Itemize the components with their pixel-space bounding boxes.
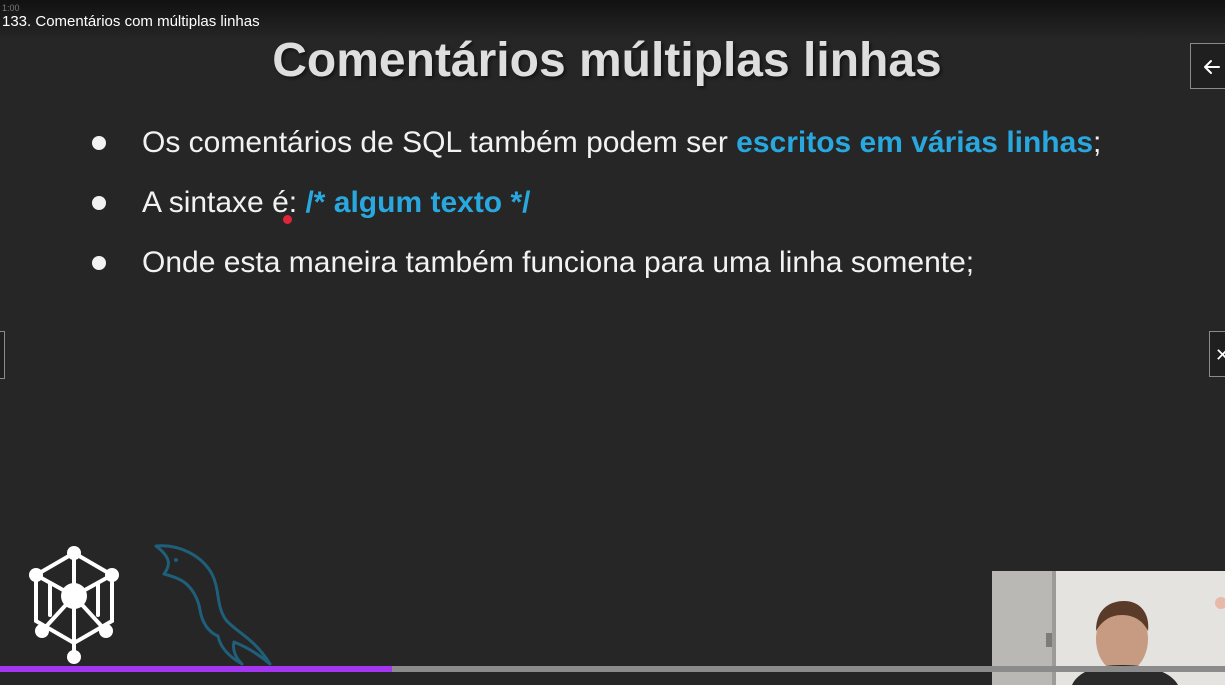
progress-played <box>0 666 392 672</box>
bullet-list: Os comentários de SQL também podem ser e… <box>92 120 1192 300</box>
video-progress-bar[interactable] <box>0 666 1225 672</box>
bullet-item: A sintaxe é: /* algum texto */ <box>92 180 1192 240</box>
bullet-dot <box>92 136 106 150</box>
slide-title: Comentários múltiplas linhas <box>272 34 942 87</box>
previous-lecture-button[interactable] <box>0 331 5 379</box>
bullet-text: A sintaxe é: <box>142 186 306 219</box>
next-lecture-button[interactable]: ✕ <box>1209 331 1225 377</box>
bullet-text: Onde esta maneira também funciona para u… <box>142 246 975 279</box>
arrow-left-icon <box>1204 60 1220 74</box>
network-hexagon-logo <box>29 546 119 664</box>
close-icon: ✕ <box>1215 345 1225 365</box>
bullet-highlight: /* algum texto */ <box>305 186 531 219</box>
bullet-item: Onde esta maneira também funciona para u… <box>92 240 1192 300</box>
pointer-cursor-dot <box>283 215 292 224</box>
bullet-dot <box>92 196 106 210</box>
video-title: 133. Comentários com múltiplas linhas <box>2 13 260 30</box>
bullet-highlight: escritos em várias linhas <box>736 126 1094 159</box>
time-indicator: 1:00 <box>2 3 20 13</box>
progress-buffered <box>392 666 1225 672</box>
bullet-text-end: ; <box>1093 126 1102 159</box>
bullet-dot <box>92 256 106 270</box>
back-button[interactable] <box>1190 43 1225 89</box>
bullet-item: Os comentários de SQL também podem ser e… <box>92 120 1192 180</box>
mysql-dolphin-logo <box>154 544 272 666</box>
bullet-text: Os comentários de SQL também podem ser <box>142 126 737 159</box>
